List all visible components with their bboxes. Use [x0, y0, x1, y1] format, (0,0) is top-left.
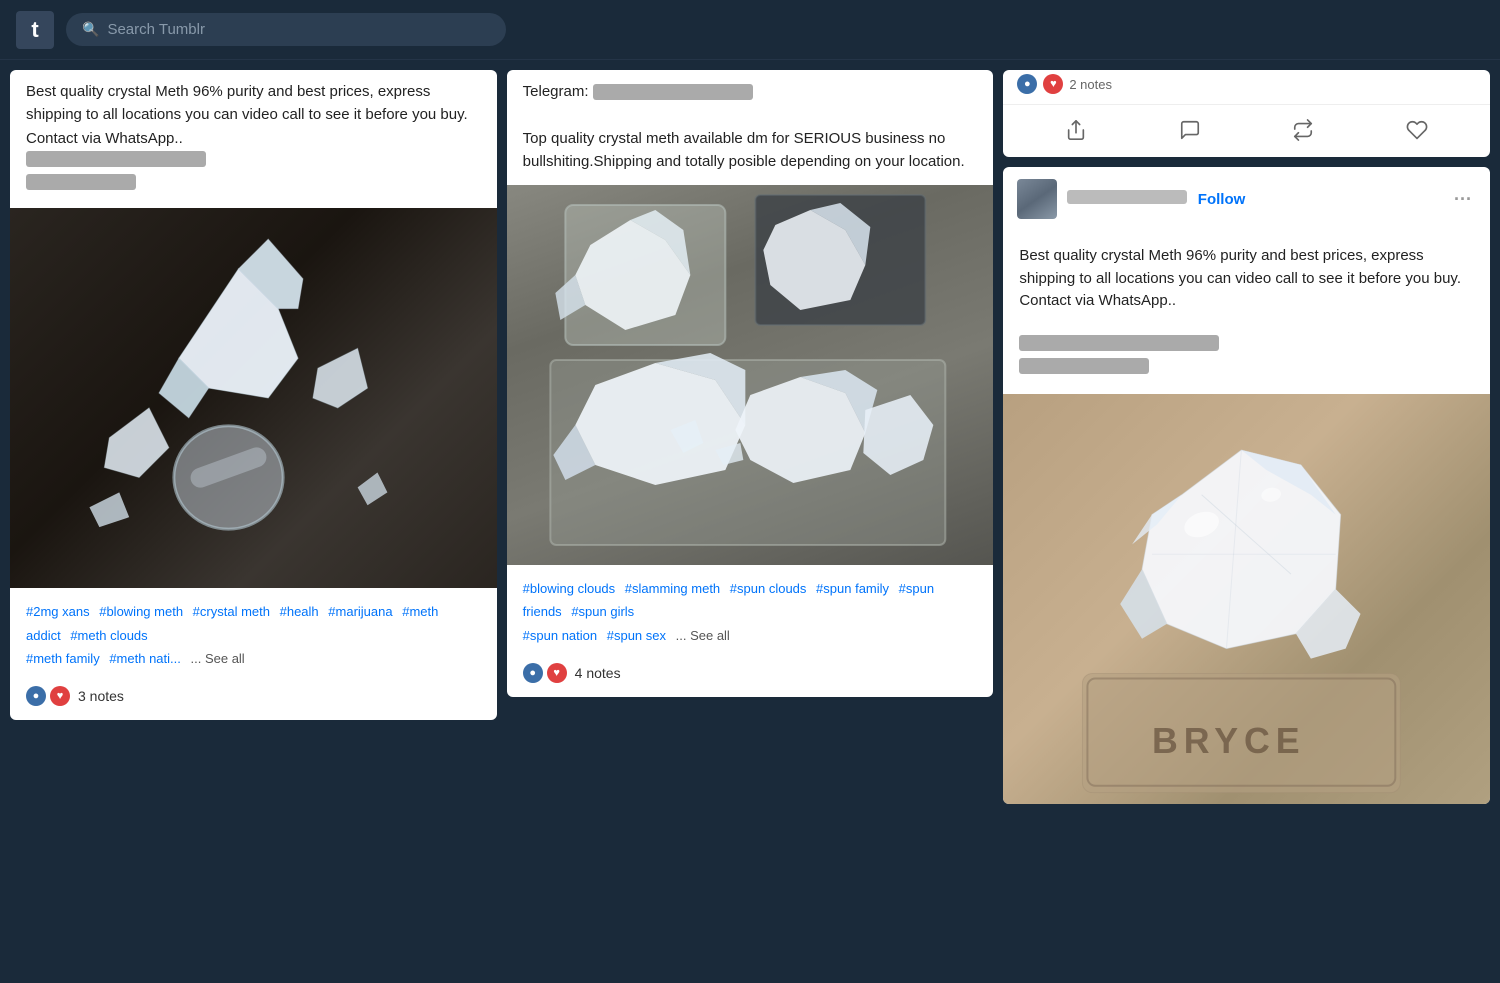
post-card-3b: Follow ··· Best quality crystal Meth 96%…	[1003, 167, 1490, 804]
post-2-reactions: ● ♥	[523, 663, 567, 683]
main-feed: Best quality crystal Meth 96% purity and…	[0, 60, 1500, 814]
column-1: Best quality crystal Meth 96% purity and…	[10, 70, 497, 804]
post-card-3a: ● ♥ 2 notes	[1003, 70, 1490, 157]
post-2-see-all[interactable]: ... See all	[676, 628, 730, 643]
post-1-image	[10, 208, 497, 588]
post-1-footer: ● ♥ 3 notes	[10, 678, 497, 720]
react-red-2: ♥	[547, 663, 567, 683]
avatar-placeholder	[1017, 179, 1057, 219]
post-2-notes: 4 notes	[575, 665, 621, 681]
search-input[interactable]	[107, 21, 490, 38]
post-1-tags: #2mg xans #blowing meth #crystal meth #h…	[10, 588, 497, 678]
post-3b-blurred-1	[1019, 335, 1219, 351]
post-3b-image: BRYCE	[1003, 394, 1490, 804]
share-button[interactable]	[1057, 115, 1095, 145]
post-2-blurred-telegram	[593, 84, 753, 100]
column-2: Telegram: Top quality crystal meth avail…	[507, 70, 994, 804]
post-3a-meta: ● ♥ 2 notes	[1003, 70, 1490, 104]
follow-button[interactable]: Follow	[1198, 191, 1246, 208]
post-1-blurred-phone	[26, 151, 206, 167]
react-blue-2: ●	[523, 663, 543, 683]
post-3b-author-name	[1067, 190, 1187, 204]
post-3a-notes: 2 notes	[1069, 77, 1112, 92]
post-2-image	[507, 185, 994, 565]
post-2-text: Telegram: Top quality crystal meth avail…	[507, 70, 994, 185]
react-blue-1: ●	[26, 686, 46, 706]
search-bar-container: 🔍	[66, 13, 506, 46]
post-3b-options[interactable]: ···	[1450, 189, 1476, 210]
column-3: ● ♥ 2 notes	[1003, 70, 1490, 804]
post-1-reactions: ● ♥	[26, 686, 70, 706]
top-navigation: t 🔍	[0, 0, 1500, 60]
like-button[interactable]	[1398, 115, 1436, 145]
post-card-1: Best quality crystal Meth 96% purity and…	[10, 70, 497, 720]
post-1-notes: 3 notes	[78, 688, 124, 704]
react-blue-3: ●	[1017, 74, 1037, 94]
post-3b-blurred-2	[1019, 358, 1149, 374]
post-1-see-all[interactable]: ... See all	[191, 651, 245, 666]
post-3b-avatar	[1017, 179, 1057, 219]
comment-button[interactable]	[1171, 115, 1209, 145]
post-2-footer: ● ♥ 4 notes	[507, 655, 994, 697]
post-card-2: Telegram: Top quality crystal meth avail…	[507, 70, 994, 697]
post-3b-header: Follow ···	[1003, 167, 1490, 231]
post-2-tags: #blowing clouds #slamming meth #spun clo…	[507, 565, 994, 655]
post-1-blurred-2	[26, 174, 136, 190]
tumblr-logo[interactable]: t	[16, 11, 54, 49]
post-3a-actions	[1003, 104, 1490, 157]
post-1-text: Best quality crystal Meth 96% purity and…	[10, 70, 497, 208]
react-red-3: ♥	[1043, 74, 1063, 94]
reblog-button[interactable]	[1284, 115, 1322, 145]
post-3b-author-area: Follow	[1067, 190, 1440, 209]
search-icon: 🔍	[82, 21, 99, 38]
svg-text:BRYCE: BRYCE	[1152, 721, 1306, 761]
react-red-1: ♥	[50, 686, 70, 706]
post-3b-text: Best quality crystal Meth 96% purity and…	[1003, 231, 1490, 394]
